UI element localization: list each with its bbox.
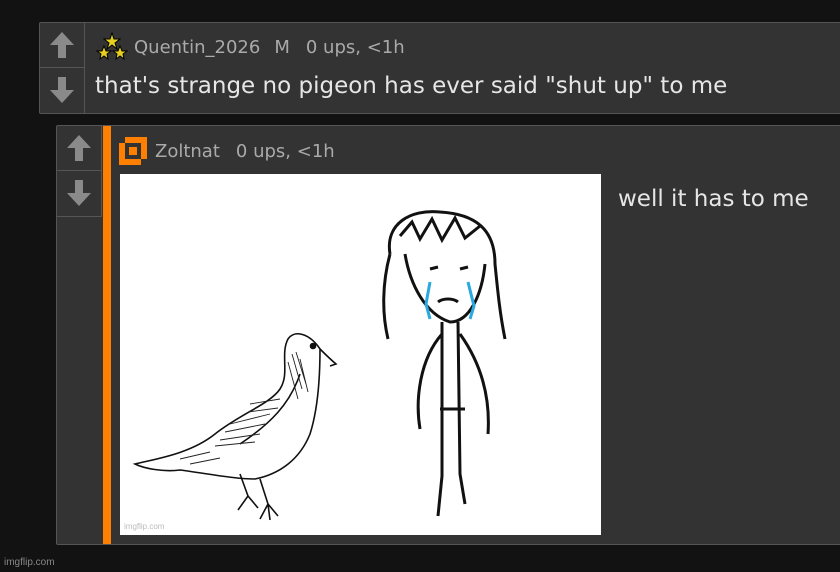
vote-panel	[40, 23, 85, 113]
vote-panel	[57, 126, 102, 217]
three-stars-icon[interactable]	[96, 31, 128, 63]
image-watermark: imgflip.com	[124, 522, 165, 531]
username-link[interactable]: Zoltnat	[155, 141, 220, 162]
comment-text: that's strange no pigeon has ever said "…	[95, 73, 728, 99]
comment-text: well it has to me	[618, 186, 809, 212]
upvote-button[interactable]	[40, 23, 84, 68]
mod-badge: M	[274, 36, 290, 58]
arrow-down-icon	[50, 77, 74, 103]
orange-pixel-ring-icon[interactable]	[117, 135, 149, 167]
comment-stats: 0 ups, <1h	[235, 140, 335, 162]
comment-meta: Zoltnat 0 ups, <1h	[117, 135, 335, 167]
comment-meta: Quentin_2026 M 0 ups, <1h	[96, 31, 405, 63]
username-link[interactable]: Quentin_2026	[134, 37, 260, 58]
comment-image[interactable]: imgflip.com	[120, 174, 601, 535]
pigeon-and-crying-girl-drawing	[132, 210, 507, 521]
arrow-up-icon	[67, 135, 91, 161]
downvote-button[interactable]	[40, 68, 84, 112]
comment-quentin: Quentin_2026 M 0 ups, <1h that's strange…	[39, 22, 840, 114]
arrow-down-icon	[67, 180, 91, 206]
site-watermark: imgflip.com	[4, 557, 55, 568]
comment-stats: 0 ups, <1h	[305, 36, 405, 58]
reply-accent-bar	[103, 126, 111, 544]
comment-zoltnat: Zoltnat 0 ups, <1h imgflip.com well it h…	[56, 125, 840, 545]
downvote-button[interactable]	[57, 171, 101, 215]
arrow-up-icon	[50, 32, 74, 58]
upvote-button[interactable]	[57, 126, 101, 171]
